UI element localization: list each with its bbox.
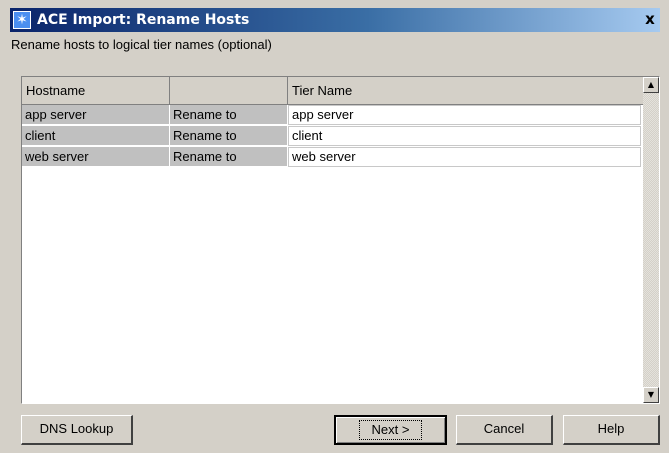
- hosts-table: Hostname Tier Name app server Rename to …: [21, 76, 660, 404]
- next-label: Next >: [371, 422, 410, 437]
- table-row: app server Rename to app server: [22, 105, 643, 126]
- hostname-cell: web server: [22, 147, 170, 167]
- tier-name-input[interactable]: web server: [288, 147, 641, 167]
- scroll-down-icon[interactable]: ▼: [643, 387, 659, 403]
- cancel-button[interactable]: Cancel: [456, 415, 553, 445]
- cancel-label: Cancel: [483, 421, 525, 436]
- action-cell: Rename to: [170, 105, 288, 125]
- table-row: web server Rename to web server: [22, 147, 643, 168]
- column-header-action[interactable]: [170, 77, 288, 104]
- close-icon[interactable]: x: [640, 11, 660, 29]
- next-button[interactable]: Next >: [334, 415, 447, 445]
- table-row: client Rename to client: [22, 126, 643, 147]
- column-header-tier-name[interactable]: Tier Name: [288, 77, 645, 104]
- scroll-up-icon[interactable]: ▲: [643, 77, 659, 93]
- action-cell: Rename to: [170, 126, 288, 146]
- title-bar[interactable]: ✶ ACE Import: Rename Hosts x: [10, 8, 660, 32]
- column-header-hostname[interactable]: Hostname: [22, 77, 170, 104]
- action-cell: Rename to: [170, 147, 288, 167]
- hostname-cell: app server: [22, 105, 170, 125]
- tier-name-input[interactable]: app server: [288, 105, 641, 125]
- hostname-cell: client: [22, 126, 170, 146]
- help-button[interactable]: Help: [563, 415, 660, 445]
- dns-lookup-label: DNS Lookup: [39, 421, 114, 436]
- window-title: ACE Import: Rename Hosts: [37, 12, 250, 28]
- instruction-label: Rename hosts to logical tier names (opti…: [11, 37, 272, 52]
- vertical-scrollbar[interactable]: ▲ ▼: [643, 77, 659, 403]
- star-icon: ✶: [13, 11, 31, 29]
- help-label: Help: [597, 421, 625, 436]
- rename-hosts-dialog: ✶ ACE Import: Rename Hosts x Rename host…: [0, 0, 669, 453]
- table-header: Hostname Tier Name: [22, 77, 645, 105]
- tier-name-input[interactable]: client: [288, 126, 641, 146]
- dns-lookup-button[interactable]: DNS Lookup: [21, 415, 133, 445]
